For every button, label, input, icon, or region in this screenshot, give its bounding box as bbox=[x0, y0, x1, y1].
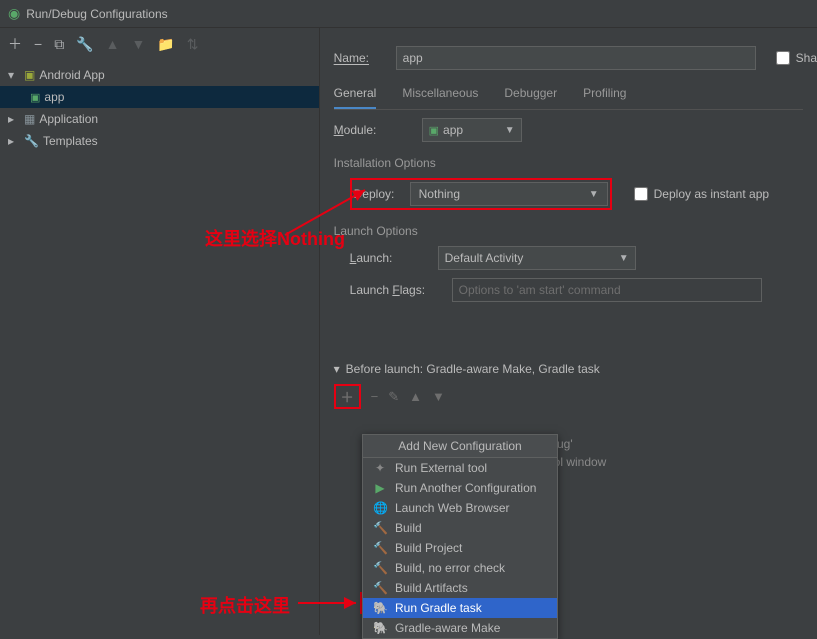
module-app-icon: ▣ bbox=[429, 124, 439, 137]
name-input[interactable] bbox=[396, 46, 756, 70]
name-label: Name: bbox=[334, 51, 386, 65]
move-up-icon: ▲ bbox=[106, 36, 120, 52]
android-robot-icon: ◉ bbox=[8, 5, 20, 22]
tree-label: Application bbox=[39, 112, 98, 126]
popup-item-build[interactable]: 🔨Build bbox=[363, 518, 557, 538]
android-app-icon: ▣ bbox=[30, 91, 40, 104]
chevron-down-icon: ▼ bbox=[619, 253, 629, 264]
tree-item-application[interactable]: ▸ ▦ Application bbox=[0, 108, 319, 130]
expand-arrow-icon[interactable]: ▸ bbox=[8, 134, 20, 148]
bg-text-2: tool window bbox=[544, 455, 803, 469]
play-icon: ▶ bbox=[373, 481, 387, 495]
launch-flags-input[interactable] bbox=[452, 278, 762, 302]
gradle-icon: 🐘 bbox=[373, 621, 387, 635]
launch-value: Default Activity bbox=[445, 251, 524, 265]
config-toolbar: ＋ − ⧉ 🔧 ▲ ▼ 📁 ⇅ bbox=[0, 28, 319, 60]
deploy-label: Deploy: bbox=[354, 187, 404, 201]
module-value: app bbox=[443, 123, 463, 137]
wrench-icon: ✦ bbox=[373, 461, 387, 475]
popup-item-build-artifacts[interactable]: 🔨Build Artifacts bbox=[363, 578, 557, 598]
expand-arrow-icon[interactable]: ▾ bbox=[8, 68, 20, 82]
title-bar: ◉ Run/Debug Configurations bbox=[0, 0, 817, 28]
popup-item-run-gradle-task[interactable]: 🐘Run Gradle task bbox=[363, 598, 557, 618]
android-icon: ▣ bbox=[24, 68, 35, 82]
instant-app-label: Deploy as instant app bbox=[654, 187, 769, 201]
remove-task-icon[interactable]: − bbox=[371, 389, 379, 404]
popup-title: Add New Configuration bbox=[363, 435, 557, 458]
popup-item-build-project[interactable]: 🔨Build Project bbox=[363, 538, 557, 558]
tree-label: Android App bbox=[39, 68, 104, 82]
hammer-icon: 🔨 bbox=[373, 561, 387, 575]
chevron-down-icon: ▼ bbox=[589, 189, 599, 200]
share-checkbox[interactable] bbox=[776, 51, 790, 65]
tree-label: Templates bbox=[43, 134, 98, 148]
templates-icon: 🔧 bbox=[24, 134, 39, 148]
popup-item-another-config[interactable]: ▶Run Another Configuration bbox=[363, 478, 557, 498]
popup-item-build-noerr[interactable]: 🔨Build, no error check bbox=[363, 558, 557, 578]
launch-label: Launch: bbox=[350, 251, 426, 265]
deploy-value: Nothing bbox=[419, 187, 460, 201]
copy-config-icon[interactable]: ⧉ bbox=[54, 36, 64, 53]
popup-item-gradle-make[interactable]: 🐘Gradle-aware Make bbox=[363, 618, 557, 638]
popup-item-external-tool[interactable]: ✦Run External tool bbox=[363, 458, 557, 478]
instant-app-checkbox[interactable] bbox=[634, 187, 648, 201]
expand-icon: ⇅ bbox=[187, 36, 199, 53]
gradle-icon: 🐘 bbox=[373, 601, 387, 615]
launch-flags-label: Launch Flags: bbox=[350, 283, 440, 297]
left-panel: ＋ − ⧉ 🔧 ▲ ▼ 📁 ⇅ ▾ ▣ Android App ▣ app ▸ … bbox=[0, 28, 320, 635]
tree-item-android-app[interactable]: ▾ ▣ Android App bbox=[0, 64, 319, 86]
folder-add-icon[interactable]: 📁 bbox=[157, 36, 174, 53]
module-label: MModule:odule: bbox=[334, 123, 410, 137]
installation-header: Installation Options bbox=[334, 156, 817, 170]
module-select[interactable]: ▣ app ▼ bbox=[422, 118, 522, 142]
move-up-task-icon: ▲ bbox=[409, 389, 422, 404]
add-task-button[interactable]: ＋ bbox=[334, 384, 361, 409]
tab-profiling[interactable]: Profiling bbox=[583, 82, 626, 109]
tree-item-app[interactable]: ▣ app bbox=[0, 86, 319, 108]
remove-config-icon[interactable]: − bbox=[34, 36, 42, 52]
tree-label: app bbox=[44, 90, 64, 104]
tab-general[interactable]: General bbox=[334, 82, 377, 109]
window-title: Run/Debug Configurations bbox=[26, 7, 167, 21]
move-down-task-icon: ▼ bbox=[432, 389, 445, 404]
deploy-select[interactable]: Nothing ▼ bbox=[410, 182, 608, 206]
add-config-icon[interactable]: ＋ bbox=[8, 34, 22, 54]
bg-text-1: ebug' bbox=[544, 437, 803, 451]
launch-header: Launch Options bbox=[334, 224, 817, 238]
tab-debugger[interactable]: Debugger bbox=[504, 82, 557, 109]
add-config-popup: Add New Configuration ✦Run External tool… bbox=[362, 434, 558, 639]
before-launch-header[interactable]: ▾ Before launch: Gradle-aware Make, Grad… bbox=[334, 362, 803, 376]
popup-item-web-browser[interactable]: 🌐Launch Web Browser bbox=[363, 498, 557, 518]
config-tree: ▾ ▣ Android App ▣ app ▸ ▦ Application ▸ … bbox=[0, 60, 319, 156]
tree-item-templates[interactable]: ▸ 🔧 Templates bbox=[0, 130, 319, 152]
launch-select[interactable]: Default Activity ▼ bbox=[438, 246, 636, 270]
edit-task-icon[interactable]: ✎ bbox=[388, 389, 399, 405]
tab-miscellaneous[interactable]: Miscellaneous bbox=[402, 82, 478, 109]
before-launch-label: Before launch: Gradle-aware Make, Gradle… bbox=[346, 362, 600, 376]
move-down-icon: ▼ bbox=[131, 36, 145, 52]
hammer-icon: 🔨 bbox=[373, 581, 387, 595]
deploy-highlight: Deploy: Nothing ▼ bbox=[350, 178, 612, 210]
share-label: Sha bbox=[796, 51, 817, 65]
tabs: General Miscellaneous Debugger Profiling bbox=[334, 82, 803, 110]
expand-arrow-icon[interactable]: ▸ bbox=[8, 112, 20, 126]
before-launch-toolbar: ＋ − ✎ ▲ ▼ bbox=[334, 384, 803, 409]
settings-icon[interactable]: 🔧 bbox=[76, 36, 93, 53]
hammer-icon: 🔨 bbox=[373, 521, 387, 535]
application-icon: ▦ bbox=[24, 112, 35, 126]
chevron-down-icon: ▾ bbox=[334, 362, 340, 376]
globe-icon: 🌐 bbox=[373, 501, 387, 515]
chevron-down-icon: ▼ bbox=[505, 125, 515, 136]
hammer-icon: 🔨 bbox=[373, 541, 387, 555]
